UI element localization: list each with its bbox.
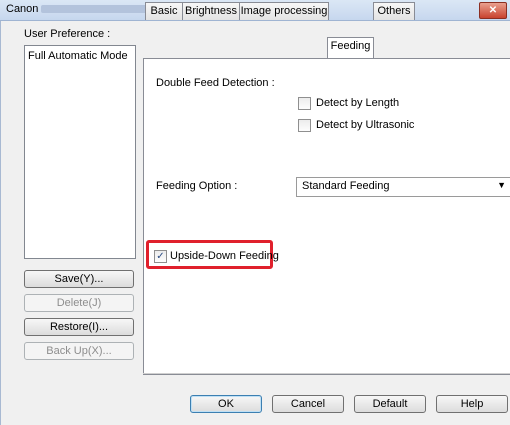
- feeding-option-value: Standard Feeding: [302, 180, 390, 192]
- upside-down-checkbox[interactable]: ✓: [154, 250, 167, 263]
- user-preference-list[interactable]: Full Automatic Mode: [24, 45, 136, 259]
- dropdown-arrow-icon[interactable]: ▼: [497, 180, 506, 190]
- cancel-button[interactable]: Cancel: [272, 395, 344, 413]
- help-button[interactable]: Help: [436, 395, 508, 413]
- window-title: Canon: [6, 3, 148, 15]
- upside-down-label[interactable]: Upside-Down Feeding: [170, 250, 279, 262]
- detect-length-label[interactable]: Detect by Length: [316, 97, 399, 109]
- tab-basic[interactable]: Basic: [145, 2, 183, 20]
- panel-bottom-divider: [143, 373, 510, 374]
- ok-button[interactable]: OK: [190, 395, 262, 413]
- delete-button[interactable]: Delete(J): [24, 294, 134, 312]
- window-title-text: Canon: [6, 3, 39, 15]
- backup-button[interactable]: Back Up(X)...: [24, 342, 134, 360]
- checkmark-icon: ✓: [156, 251, 165, 262]
- user-preference-label: User Preference :: [24, 28, 111, 40]
- detect-ultrasonic-label[interactable]: Detect by Ultrasonic: [316, 119, 414, 131]
- tab-others[interactable]: Others: [373, 2, 415, 20]
- close-button[interactable]: ✕: [479, 2, 507, 19]
- restore-button[interactable]: Restore(I)...: [24, 318, 134, 336]
- list-item[interactable]: Full Automatic Mode: [25, 46, 135, 66]
- feeding-option-select[interactable]: Standard Feeding ▼: [296, 177, 510, 197]
- feeding-option-label: Feeding Option :: [156, 180, 238, 192]
- double-feed-label: Double Feed Detection :: [156, 77, 275, 89]
- default-button[interactable]: Default: [354, 395, 426, 413]
- tab-feeding[interactable]: Feeding: [327, 37, 374, 58]
- detect-length-checkbox[interactable]: [298, 97, 311, 110]
- close-icon: ✕: [488, 5, 498, 16]
- redacted-title-segment: [41, 5, 148, 14]
- detect-ultrasonic-checkbox[interactable]: [298, 119, 311, 132]
- save-button[interactable]: Save(Y)...: [24, 270, 134, 288]
- tab-image-processing[interactable]: Image processing: [239, 2, 329, 20]
- tab-brightness[interactable]: Brightness: [182, 2, 240, 20]
